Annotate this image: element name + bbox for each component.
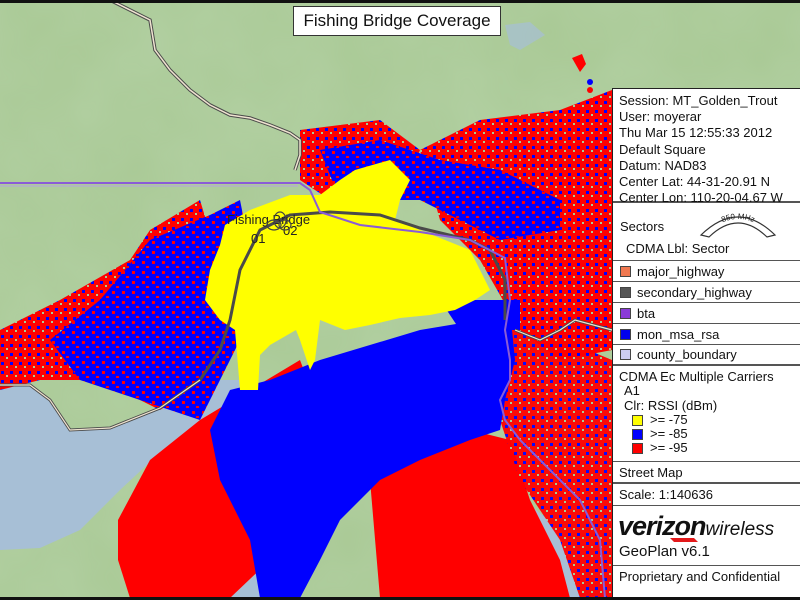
- coverage-section: CDMA Ec Multiple Carriers A1 Clr: RSSI (…: [613, 366, 800, 462]
- rssi-bin-weak[interactable]: >= -95: [613, 441, 800, 455]
- session-datum: Datum: NAD83: [619, 157, 707, 173]
- cdma-sector-label: CDMA Lbl: Sector: [626, 241, 730, 256]
- branding-section: verizonwireless GeoPlan v6.1: [613, 506, 800, 566]
- legend-item-secondary-highway[interactable]: secondary_highway: [613, 282, 800, 303]
- layer-label: secondary_highway: [637, 284, 752, 300]
- legend-item-mon-msa-rsa[interactable]: mon_msa_rsa: [613, 324, 800, 345]
- session-info: Session: MT_Golden_Trout User: moyerar T…: [613, 89, 800, 205]
- scale-label: Scale: 1:140636: [613, 484, 800, 506]
- bta-swatch: [620, 307, 631, 319]
- session-timestamp: Thu Mar 15 12:55:33 2012: [619, 125, 773, 141]
- map-title: Fishing Bridge Coverage: [293, 6, 501, 36]
- rssi-bin-label: >= -95: [650, 440, 688, 455]
- site-marker-icon[interactable]: [262, 208, 302, 238]
- major-highway-swatch: [620, 265, 631, 277]
- center-lat: Center Lat: 44-31-20.91 N: [619, 174, 771, 190]
- footer-label: Proprietary and Confidential: [619, 569, 781, 584]
- software-version: GeoPlan v6.1: [619, 543, 710, 560]
- legend-item-county-boundary[interactable]: county_boundary: [613, 345, 800, 366]
- layer-label: county_boundary: [637, 347, 737, 362]
- rssi-bin-strong[interactable]: >= -75: [613, 413, 800, 427]
- map-legend-panel: Session: MT_Golden_Trout User: moyerar T…: [612, 88, 800, 600]
- layer-label: bta: [637, 305, 656, 321]
- carrier-label: A1: [624, 383, 640, 398]
- map-view[interactable]: Fishing Bridge Coverage Fishing Bridge 0…: [0, 0, 800, 600]
- legend-item-major-highway[interactable]: major_highway: [613, 261, 800, 282]
- mon-msa-rsa-swatch: [620, 328, 631, 340]
- session-user: User: moyerar: [619, 109, 702, 125]
- layer-label: mon_msa_rsa: [637, 326, 720, 342]
- coverage-title: CDMA Ec Multiple Carriers: [619, 369, 774, 384]
- legend-item-bta[interactable]: bta: [613, 303, 800, 324]
- county-boundary-swatch: [620, 349, 631, 360]
- rssi-bin-label: >= -75: [650, 412, 688, 427]
- rssi-bin-label: >= -85: [650, 426, 688, 441]
- rssi-strong-swatch: [632, 415, 643, 427]
- session-name: Session: MT_Golden_Trout: [619, 93, 778, 108]
- top-frame: [0, 0, 800, 3]
- rssi-bin-medium[interactable]: >= -85: [613, 427, 800, 441]
- color-by-label: Clr: RSSI (dBm): [624, 398, 718, 413]
- rssi-weak-swatch: [632, 443, 643, 455]
- secondary-highway-swatch: [620, 286, 631, 298]
- layer-label: major_highway: [637, 263, 725, 279]
- sector-arc-icon: 850 MHz: [699, 212, 777, 238]
- sectors-label: Sectors: [620, 219, 665, 234]
- rssi-medium-swatch: [632, 429, 643, 441]
- sectors-section: Sectors 850 MHz CDMA Lbl: Sector: [613, 203, 800, 261]
- basemap-label: Street Map: [613, 462, 800, 484]
- session-area: Default Square: [619, 141, 706, 157]
